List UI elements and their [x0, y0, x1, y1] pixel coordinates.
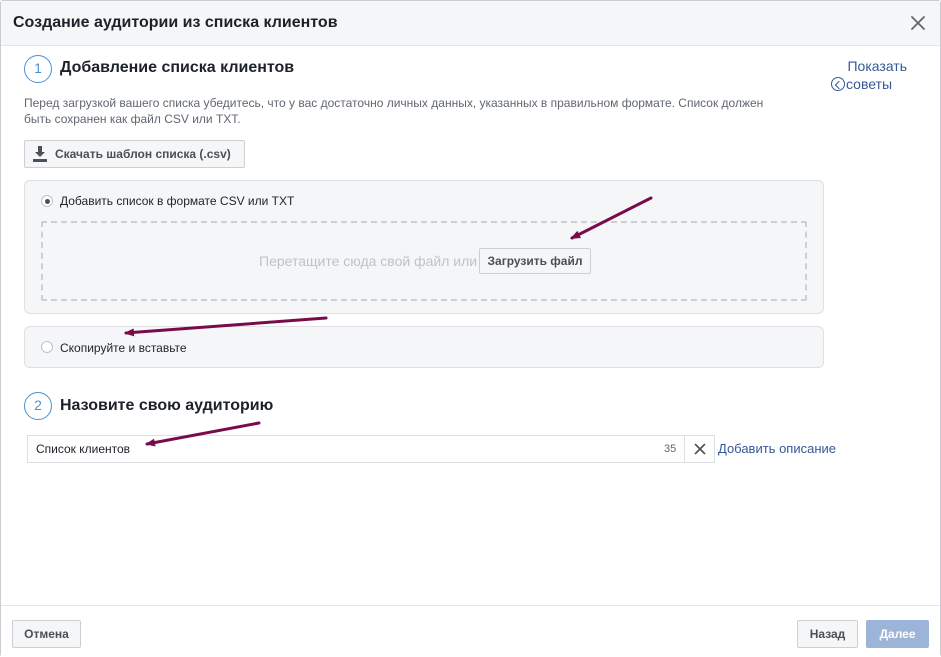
chevron-left-icon: [831, 77, 845, 91]
upload-file-button[interactable]: Загрузить файл: [479, 248, 591, 274]
dialog-header: Создание аудитории из списка клиентов: [1, 1, 940, 46]
audience-name-field: 35: [27, 435, 715, 463]
show-tips-link[interactable]: Показать советы: [831, 57, 911, 93]
next-button[interactable]: Далее: [866, 620, 929, 648]
dialog-title: Создание аудитории из списка клиентов: [13, 14, 338, 31]
audience-name-input[interactable]: [28, 436, 683, 462]
file-upload-panel: Добавить список в формате CSV или TXT Пе…: [24, 180, 824, 314]
file-option-label: Добавить список в формате CSV или TXT: [60, 194, 295, 208]
step-2-title: Назовите свою аудиторию: [60, 397, 274, 414]
step-1-description: Перед загрузкой вашего списка убедитесь,…: [24, 96, 764, 126]
next-label: Далее: [879, 627, 916, 641]
dropzone-text: Перетащите сюда свой файл или: [259, 253, 478, 269]
file-dropzone[interactable]: Перетащите сюда свой файл или Загрузить …: [41, 221, 807, 301]
character-counter: 35: [664, 443, 677, 455]
close-button[interactable]: [908, 13, 928, 33]
back-button[interactable]: Назад: [797, 620, 858, 648]
tips-label-line1: Показать: [847, 58, 907, 74]
download-template-button[interactable]: Скачать шаблон списка (.csv): [24, 140, 245, 168]
step-1-title: Добавление списка клиентов: [60, 59, 295, 76]
clear-icon: [694, 443, 706, 455]
upload-file-label: Загрузить файл: [487, 254, 583, 268]
add-description-link[interactable]: Добавить описание: [718, 441, 836, 456]
back-label: Назад: [809, 627, 846, 641]
create-audience-dialog: Создание аудитории из списка клиентов 1 …: [0, 0, 941, 657]
close-icon: [911, 16, 925, 30]
dialog-footer: Отмена Назад Далее: [1, 605, 940, 657]
download-template-label: Скачать шаблон списка (.csv): [55, 147, 231, 161]
radio-file-option[interactable]: [41, 195, 53, 207]
cancel-label: Отмена: [24, 627, 69, 641]
paste-option-label: Скопируйте и вставьте: [60, 341, 187, 355]
tips-label-line2: советы: [846, 76, 893, 92]
radio-paste-option[interactable]: [41, 341, 53, 353]
download-icon: [33, 146, 47, 162]
step-2-number: 2: [24, 392, 52, 420]
step-1-number: 1: [24, 55, 52, 83]
cancel-button[interactable]: Отмена: [12, 620, 81, 648]
paste-option-panel: Скопируйте и вставьте: [24, 326, 824, 368]
clear-name-button[interactable]: [684, 436, 715, 462]
